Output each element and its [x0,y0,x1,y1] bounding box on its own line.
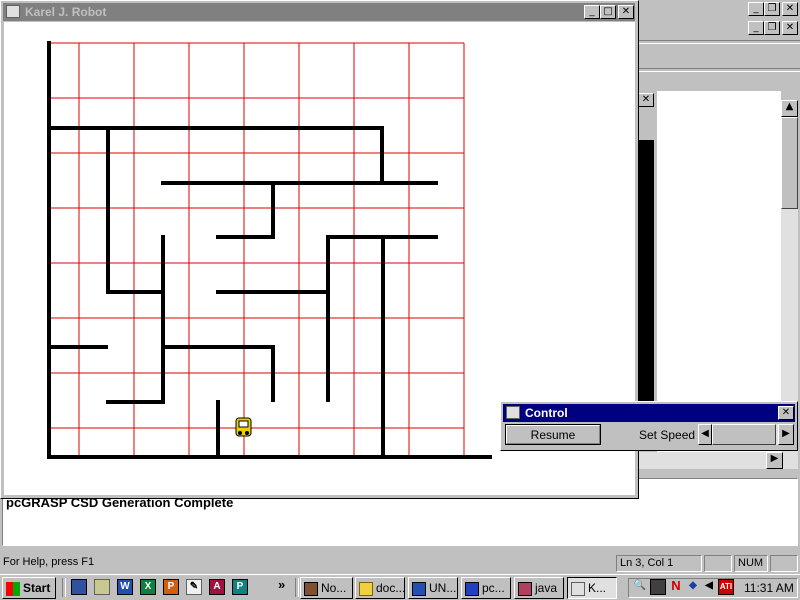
excel-icon[interactable]: X [140,579,156,595]
doc-restore-button[interactable]: ❐ [764,21,780,35]
taskbar-overflow-chevron[interactable]: » [278,577,285,592]
toolbar-separator [638,40,800,44]
search-tray-icon[interactable]: 🔍 [632,579,648,595]
speed-left-button[interactable]: ◀ [698,424,712,445]
status-line-col-text: Ln 3, Col 1 [620,557,674,569]
tray-app-icon[interactable] [650,579,666,595]
taskbar-button-java[interactable]: java [514,577,564,599]
karel-robot-icon [235,417,252,437]
scroll-up-button[interactable]: ▲ [781,100,798,117]
ati-icon[interactable]: ATI [718,579,734,595]
taskbar-button-word[interactable]: UN... [408,577,458,599]
control-close-button[interactable]: ✕ [778,406,794,420]
taskbar-button-karel[interactable]: K... [567,577,617,599]
speed-slider-thumb[interactable] [712,424,776,445]
taskbar-button-label: pc... [482,581,505,595]
pcgrasp-icon [465,581,479,596]
start-label: Start [23,581,51,595]
doc-close-button[interactable]: ✕ [782,21,798,35]
start-button[interactable]: Start [2,577,56,599]
access-icon[interactable]: A [209,579,225,595]
app-close-button[interactable]: ✕ [782,2,798,16]
pane-close-button[interactable]: ✕ [638,93,654,107]
show-desktop-icon[interactable] [71,579,87,595]
word-document-icon [412,581,426,596]
taskbar-button-notepad[interactable]: No... [300,577,353,599]
control-titlebar: Control [503,404,795,422]
java-console-icon [518,581,532,596]
status-num: NUM [734,555,768,572]
shield-icon[interactable]: ◆ [685,579,701,595]
taskbar-divider [295,578,299,597]
status-line-col: Ln 3, Col 1 [616,555,702,572]
powerpoint-icon[interactable]: P [163,579,179,595]
taskbar-button-pcgrasp[interactable]: pc... [461,577,511,599]
pane-scroll-track [638,110,656,140]
doc-minimize-button[interactable]: _ [748,21,764,35]
app-restore-button[interactable]: ❐ [764,2,780,16]
notepad-icon [304,581,318,596]
set-speed-label: Set Speed [639,428,696,442]
word-icon[interactable]: W [117,579,133,595]
taskbar-button-folder[interactable]: doc... [355,577,405,599]
network-tool-icon[interactable] [94,579,110,595]
clock: 11:31 AM [744,581,794,595]
scroll-right-button[interactable]: ▶ [766,452,783,469]
control-title-text: Control [525,406,568,420]
resume-label: Resume [506,425,600,444]
notepad-icon[interactable]: ✎ [186,579,202,595]
status-empty-cell-2 [770,555,798,572]
editor-pane[interactable] [657,91,781,453]
taskbar-button-label: UN... [429,581,457,595]
taskbar-button-label: java [535,581,558,595]
status-help-text: For Help, press F1 [3,556,95,568]
windows-logo-icon [6,581,20,596]
publisher-icon[interactable]: P [232,579,248,595]
taskbar-button-label: K... [588,581,607,595]
speed-right-button[interactable]: ▶ [778,424,794,445]
folder-icon [359,581,373,596]
status-empty-cell [704,555,732,572]
resume-button[interactable]: Resume [505,424,601,445]
scroll-thumb[interactable] [781,117,798,209]
app-minimize-button[interactable]: _ [748,2,764,16]
taskbar-button-label: doc... [376,581,405,595]
taskbar-button-label: No... [321,581,347,595]
quicklaunch-divider [62,578,66,597]
norton-icon[interactable]: N [668,579,684,595]
status-num-text: NUM [738,557,764,569]
java-cup-icon [506,406,520,419]
speaker-icon[interactable]: ◀ [701,579,717,595]
toolbar-separator-2 [638,68,800,72]
java-cup-icon [571,581,585,596]
dark-pane [638,140,654,402]
